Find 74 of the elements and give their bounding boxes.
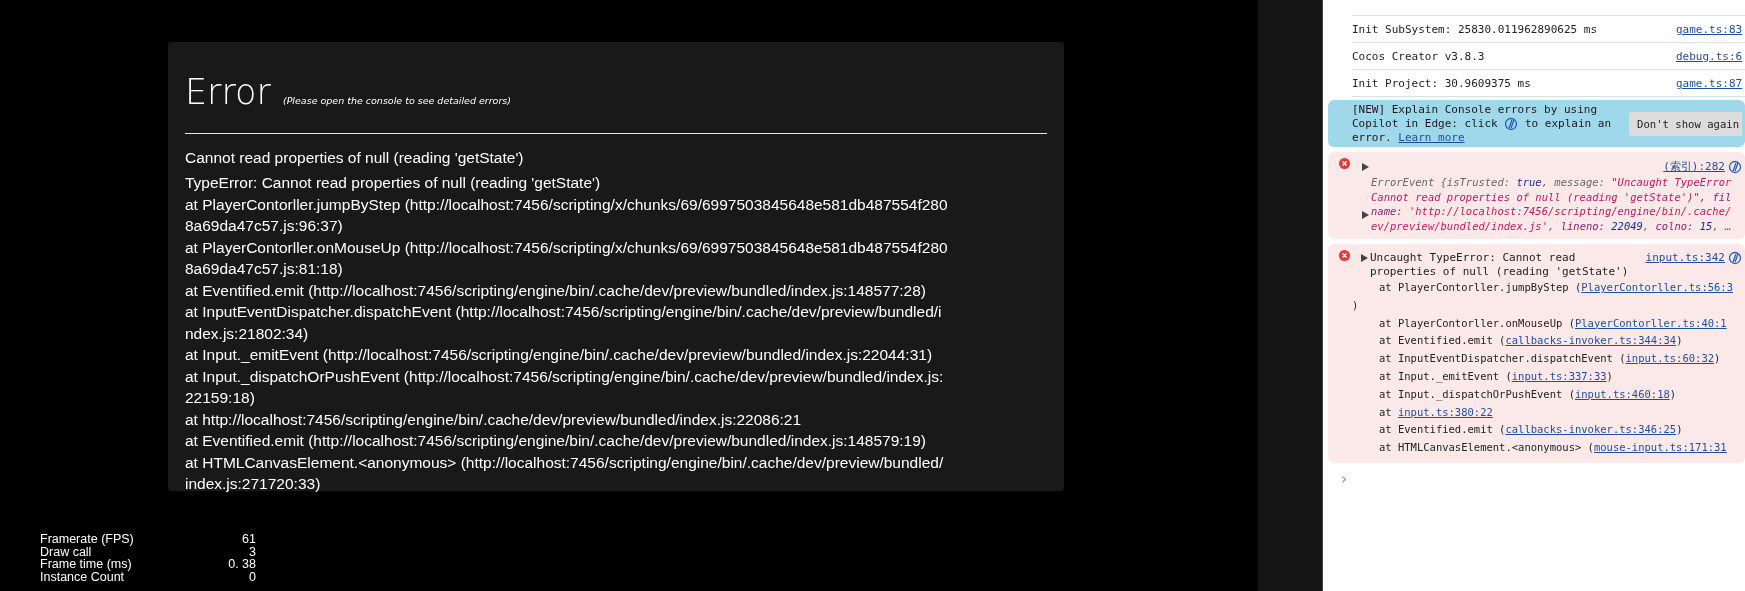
copilot-icon: [1504, 116, 1519, 131]
stat-value: 3: [249, 545, 256, 558]
stack-frame-link[interactable]: mouse-input.ts:171:31: [1593, 441, 1727, 454]
stack-frame: at PlayerContorller.onMouseUp (: [1379, 316, 1575, 329]
source-link[interactable]: debug.ts:6: [1676, 49, 1744, 63]
stack-frame-link[interactable]: callbacks-invoker.ts:344:34: [1505, 334, 1677, 347]
copilot-icon[interactable]: [1728, 159, 1742, 174]
error-hint: (Please open the console to see detailed errors): [282, 95, 511, 106]
log-message: Cocos Creator v3.8.3: [1352, 49, 1486, 63]
stack-trace-line: at Eventified.emit (http://localhost:7456/scripting/engine/bin/.cache/dev/preview/bundled/index.js:148579:19): [185, 431, 928, 451]
error-event-line: Cannot read properties of null (reading 'getState')", fil: [1371, 189, 1733, 204]
copilot-icon[interactable]: [1728, 251, 1742, 265]
stack-frame-link[interactable]: callbacks-invoker.ts:346:25: [1505, 423, 1677, 436]
stat-value: 0. 38: [228, 558, 256, 571]
stat-value: 61: [242, 533, 256, 546]
source-link[interactable]: input.ts:342: [1645, 251, 1725, 264]
stack-frame-link[interactable]: input.ts:60:32: [1625, 352, 1715, 365]
stack-trace-line: 8a69da47c57.js:96:37): [185, 216, 344, 236]
stack-frame: at Input._emitEvent (: [1379, 370, 1512, 382]
stack-frame: at InputEventDispatcher.dispatchEvent (: [1379, 352, 1626, 365]
stack-trace-line: 8a69da47c57.js:81:18): [185, 259, 344, 279]
stack-trace-line: at HTMLCanvasElement.<anonymous> (http://localhost:7456/scripting/engine/bin/.cache/dev/preview/bundled/: [185, 452, 945, 473]
stat-label: Draw call: [40, 545, 92, 558]
stack-trace-line: at PlayerContorller.onMouseUp (http://localhost:7456/scripting/x/chunks/69/6997503845648e581db487554f280: [185, 237, 949, 258]
stack-frame-link[interactable]: PlayerContorller.ts:40:1: [1574, 316, 1727, 329]
stack-trace-line: ndex.js:21802:34): [185, 323, 310, 344]
stat-label: Frame time (ms): [40, 558, 132, 571]
stack-frame: ): [1676, 423, 1683, 436]
error-event-line: name: 'http://localhost:7456/scripting/engine/bin/.cache/: [1371, 204, 1733, 219]
stack-frame: ): [1669, 387, 1677, 400]
expand-triangle-icon[interactable]: [1361, 254, 1368, 262]
stack-trace-line: TypeError: Cannot read properties of null (reading 'getState'): [185, 173, 602, 193]
source-link[interactable]: (索引):282: [1657, 159, 1725, 174]
error-event-line: ev/preview/bundled/index.js', lineno: 22049, colno: 15, …: [1371, 218, 1733, 233]
stack-frame: ): [1352, 298, 1359, 311]
expand-triangle-icon[interactable]: [1362, 162, 1369, 171]
error-message: Cannot read properties of null (reading 'getState'): [185, 148, 525, 168]
log-message: Init Project: 30.9609375 ms: [1352, 76, 1532, 90]
error-event-line: ErrorEvent {isTrusted: true, message: "Uncaught TypeError: [1371, 175, 1733, 190]
stat-label: Instance Count: [40, 570, 125, 583]
expand-triangle-icon[interactable]: [1362, 211, 1369, 219]
stat-value: 0: [249, 570, 256, 583]
stack-trace-line: at Input._emitEvent (http://localhost:7456/scripting/engine/bin/.cache/dev/preview/bundled/index.js:22044:31): [185, 345, 934, 365]
stack-frame: ): [1606, 370, 1613, 382]
stack-trace-line: at InputEventDispatcher.dispatchEvent (http://localhost:7456/scripting/engine/bin/.cache/dev/preview/bundled/i: [185, 302, 943, 322]
source-link[interactable]: game.ts:87: [1676, 76, 1744, 90]
banner-text: [NEW] Explain Console errors by using Copilot in Edge: click to explain an error. Learn more: [1352, 102, 1613, 145]
stack-frame: at: [1379, 405, 1398, 418]
stack-frame-link[interactable]: input.ts:337:33: [1511, 370, 1607, 382]
stack-trace-line: at PlayerContorller.jumpByStep (http://localhost:7456/scripting/x/chunks/69/6997503845648e581db487554f280: [185, 194, 949, 215]
stack-frame-link[interactable]: input.ts:380:22: [1397, 405, 1493, 418]
stack-frame: at Eventified.emit (: [1379, 423, 1506, 436]
stack-frame: at Eventified.emit (: [1379, 334, 1506, 347]
learn-more-link[interactable]: Learn more: [1398, 130, 1465, 144]
stack-trace-line: at Input._dispatchOrPushEvent (http://localhost:7456/scripting/engine/bin/.cache/dev/preview/bundled/index.js:: [185, 366, 945, 387]
dont-show-again-button[interactable]: Don't show again: [1629, 111, 1743, 136]
error-icon: [1339, 250, 1350, 261]
stack-frame-link[interactable]: input.ts:460:18: [1574, 387, 1670, 400]
exception-message: Uncaught TypeError: Cannot read properties of null (reading 'getState'): [1370, 251, 1630, 279]
stack-frame: at Input._dispatchOrPushEvent (: [1379, 387, 1575, 400]
stack-frame-link[interactable]: PlayerContorller.ts:56:3: [1581, 281, 1733, 293]
stack-frame: ): [1714, 352, 1721, 365]
source-link[interactable]: game.ts:83: [1676, 22, 1744, 36]
stack-trace-line: at Eventified.emit (http://localhost:7456/scripting/engine/bin/.cache/dev/preview/bundled/index.js:148577:28): [185, 280, 928, 301]
stack-frame: at PlayerContorller.jumpByStep (: [1379, 281, 1582, 293]
stack-frame: ): [1676, 334, 1683, 347]
stat-label: Framerate (FPS): [40, 533, 134, 546]
stack-frame: at HTMLCanvasElement.<anonymous> (: [1379, 441, 1594, 454]
stack-trace-line: 22159:18): [185, 388, 256, 408]
error-title: Error: [185, 72, 271, 112]
stack-trace-line: index.js:271720:33): [185, 474, 322, 494]
log-message: Init SubSystem: 25830.011962890625 ms: [1352, 22, 1599, 36]
stack-trace-line: at http://localhost:7456/scripting/engine/bin/.cache/dev/preview/bundled/index.js:22086:21: [185, 409, 803, 430]
error-icon: [1339, 158, 1350, 169]
